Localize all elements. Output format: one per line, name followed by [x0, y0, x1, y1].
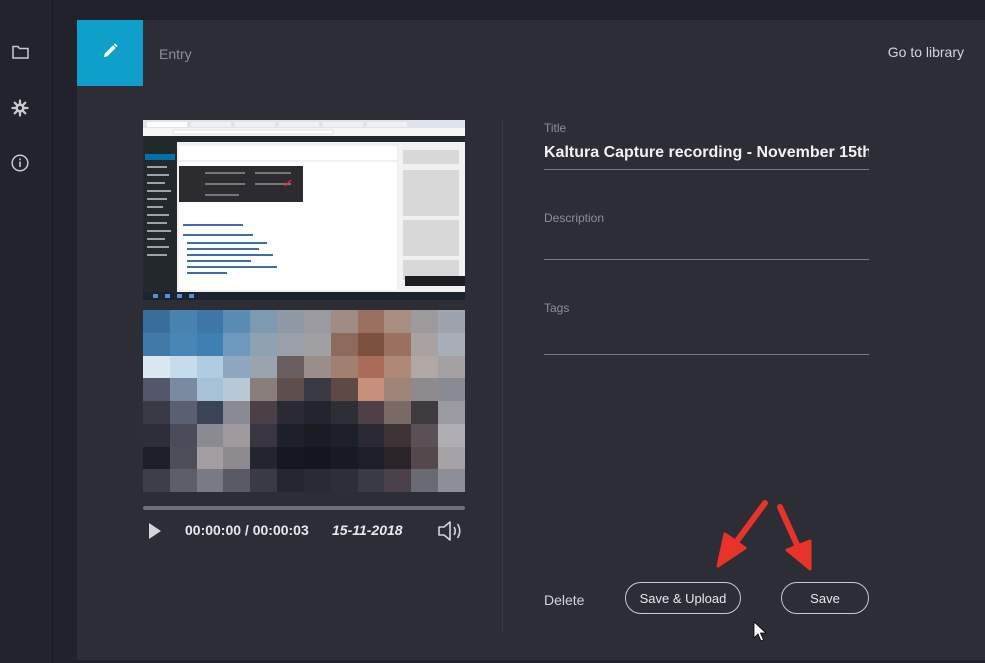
left-sidebar: [0, 0, 53, 663]
playback-progress-bar[interactable]: [143, 506, 465, 510]
screen-recording-thumbnail: [143, 120, 465, 300]
playback-time: 00:00:00 / 00:00:03: [185, 522, 309, 538]
title-input[interactable]: [544, 141, 869, 165]
gear-icon[interactable]: [10, 98, 30, 118]
description-label: Description: [544, 211, 605, 225]
tags-label: Tags: [544, 301, 570, 315]
folder-icon[interactable]: [10, 42, 30, 62]
description-input[interactable]: [544, 234, 869, 256]
recording-date: 15-11-2018: [332, 522, 403, 538]
delete-button[interactable]: Delete: [544, 592, 584, 608]
entry-title: Entry: [159, 46, 192, 62]
column-divider: [502, 120, 503, 632]
go-to-library-link[interactable]: Go to library: [888, 44, 964, 60]
tags-underline: [544, 354, 869, 355]
save-and-upload-button[interactable]: Save & Upload: [625, 582, 741, 614]
entry-panel: Entry Go to library 00:00:00 / 00:00:03 …: [77, 20, 985, 660]
volume-icon[interactable]: [437, 520, 465, 542]
play-icon[interactable]: [147, 522, 163, 540]
save-button[interactable]: Save: [781, 582, 869, 614]
tags-input[interactable]: [544, 328, 869, 350]
edit-entry-badge: [77, 20, 143, 86]
pencil-icon: [101, 42, 119, 65]
title-underline: [544, 169, 869, 170]
camera-recording-thumbnail: [143, 310, 465, 492]
info-icon[interactable]: [10, 153, 30, 173]
description-underline: [544, 259, 869, 260]
title-label: Title: [544, 121, 567, 135]
